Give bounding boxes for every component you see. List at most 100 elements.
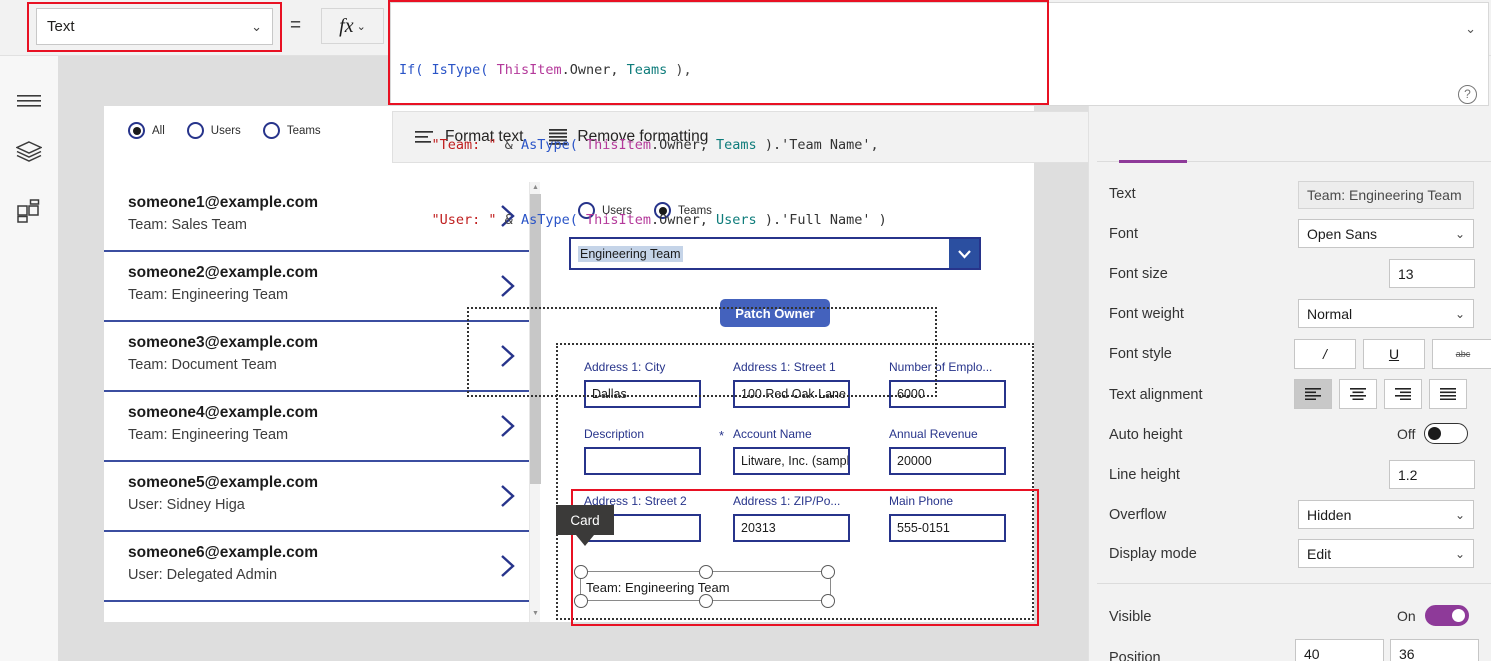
chevron-down-icon[interactable]: ⌄ — [1455, 227, 1465, 241]
prop-label-font-weight: Font weight — [1109, 306, 1184, 322]
auto-height-toggle[interactable] — [1424, 423, 1469, 444]
table-row[interactable]: someone5@example.com User: Sidney Higa — [104, 462, 529, 532]
radio-dot-users — [186, 122, 204, 139]
scroll-down-arrow-icon[interactable]: ▼ — [532, 610, 539, 617]
prop-label-font: Font — [1109, 226, 1139, 242]
prop-position-y-input[interactable]: 36 — [1390, 639, 1479, 661]
field-input[interactable]: 20313 — [733, 514, 850, 542]
field-account-name[interactable]: Account Name Litware, Inc. (sample — [733, 427, 850, 475]
formula-line-2: "Team: " & AsType( ThisItem.Owner, Teams… — [399, 133, 887, 158]
prop-value-text: Team: Engineering Team — [1298, 181, 1474, 209]
prop-label-text: Text — [1109, 186, 1136, 202]
prop-display-mode-dropdown[interactable]: Edit ⌄ — [1298, 539, 1474, 568]
gallery-row-email: someone1@example.com — [128, 194, 318, 211]
tree-view-layers-icon[interactable] — [0, 124, 58, 178]
field-input[interactable]: Litware, Inc. (sample — [733, 447, 850, 475]
align-left-button[interactable] — [1294, 379, 1332, 409]
prop-font-weight-dropdown[interactable]: Normal ⌄ — [1298, 299, 1474, 328]
strikethrough-button[interactable]: abc — [1432, 339, 1491, 369]
chevron-down-icon[interactable] — [949, 239, 979, 268]
resize-handle-bottom-right[interactable] — [821, 594, 835, 608]
help-question-icon[interactable]: ? — [1458, 85, 1477, 104]
gallery-filter-radio-teams[interactable]: Teams — [262, 122, 321, 139]
gallery-row-email: someone4@example.com — [128, 404, 318, 421]
formula-line-1-spans: If( IsType( ThisItem.Owner, Teams ), — [399, 62, 692, 78]
gallery-filter-radio-all[interactable]: All — [128, 122, 165, 139]
prop-font-size-value: 13 — [1398, 265, 1414, 282]
gallery-row-owner: Team: Sales Team — [128, 217, 248, 233]
field-main-phone[interactable]: Main Phone 555-0151 — [889, 494, 1006, 542]
powerapps-studio: All Users Teams someone1@example.com Tea… — [0, 0, 1491, 661]
radio-dot-all — [128, 122, 145, 139]
field-input[interactable]: 555-0151 — [889, 514, 1006, 542]
align-justify-button[interactable] — [1429, 379, 1467, 409]
visible-toggle[interactable] — [1424, 605, 1469, 626]
prop-label-font-size: Font size — [1109, 266, 1168, 282]
visible-state-label: On — [1397, 607, 1416, 624]
prop-overflow-dropdown[interactable]: Hidden ⌄ — [1298, 500, 1474, 529]
prop-line-height-input[interactable]: 1.2 — [1389, 460, 1475, 489]
chevron-down-icon[interactable]: ⌄ — [1465, 21, 1476, 37]
text-alignment-button-group[interactable] — [1294, 379, 1467, 409]
panel-tab-active-indicator[interactable] — [1119, 160, 1187, 163]
gallery-filter-radio-users[interactable]: Users — [186, 122, 241, 139]
formula-command-bar: Text ⌄ = fx ⌄ If( IsType( ThisItem.Owner… — [0, 0, 1491, 228]
chevron-right-icon[interactable] — [497, 552, 519, 580]
align-center-button[interactable] — [1339, 379, 1377, 409]
table-row[interactable]: someone6@example.com User: Delegated Adm… — [104, 532, 529, 602]
field-label: Annual Revenue — [889, 427, 978, 441]
chevron-down-icon[interactable]: ⌄ — [1455, 307, 1465, 321]
prop-text-value: Team: Engineering Team — [1307, 187, 1462, 203]
formula-line-3-spans: "User: " & AsType( ThisItem.Owner, Users… — [431, 212, 887, 228]
visible-toggle-wrap[interactable]: On — [1397, 605, 1469, 626]
resize-handle-top-left[interactable] — [574, 565, 588, 579]
field-input[interactable]: 20000 — [889, 447, 1006, 475]
field-description[interactable]: Description — [584, 427, 701, 475]
underline-button[interactable]: U — [1363, 339, 1425, 369]
gallery-filter-radio-group[interactable]: All Users Teams — [128, 122, 343, 139]
gallery-row-owner: Team: Engineering Team — [128, 427, 289, 443]
chevron-down-icon[interactable]: ⌄ — [1455, 508, 1465, 522]
radio-label-all: All — [152, 124, 165, 137]
prop-label-line-height: Line height — [1109, 467, 1180, 483]
auto-height-toggle-wrap[interactable]: Off — [1397, 423, 1469, 444]
resize-handle-bottom-center[interactable] — [699, 594, 713, 608]
fx-button[interactable]: fx ⌄ — [321, 8, 384, 44]
table-row[interactable]: someone4@example.com Team: Engineering T… — [104, 392, 529, 462]
prop-position-y-value: 36 — [1399, 645, 1415, 661]
prop-label-text-alignment: Text alignment — [1109, 387, 1203, 403]
align-right-button[interactable] — [1384, 379, 1422, 409]
prop-position-x-value: 40 — [1304, 645, 1320, 661]
formula-input[interactable]: If( IsType( ThisItem.Owner, Teams ), "Te… — [390, 2, 1489, 228]
resize-handle-top-right[interactable] — [821, 565, 835, 579]
selected-card-outline[interactable] — [467, 307, 937, 397]
chevron-down-icon[interactable]: ⌄ — [357, 20, 366, 33]
chevron-right-icon[interactable] — [497, 482, 519, 510]
field-annual-revenue[interactable]: Annual Revenue 20000 — [889, 427, 1006, 475]
gallery-row-email: someone6@example.com — [128, 544, 318, 561]
font-style-button-group[interactable]: / U abc — [1294, 339, 1491, 369]
prop-label-auto-height: Auto height — [1109, 427, 1183, 443]
field-address1-zip[interactable]: Address 1: ZIP/Po... 20313 — [733, 494, 850, 542]
auto-height-state-label: Off — [1397, 425, 1416, 442]
strikethrough-glyph: abc — [1455, 349, 1471, 359]
gallery-row-owner: User: Sidney Higa — [128, 497, 245, 513]
chevron-right-icon[interactable] — [497, 412, 519, 440]
prop-label-overflow: Overflow — [1109, 507, 1167, 523]
fx-label: fx — [339, 14, 354, 37]
property-selector[interactable]: Text ⌄ — [36, 8, 273, 45]
resize-handle-top-center[interactable] — [699, 565, 713, 579]
gallery-row-owner: Team: Document Team — [128, 357, 277, 373]
chevron-down-icon[interactable]: ⌄ — [1455, 547, 1465, 561]
field-input[interactable] — [584, 447, 701, 475]
chevron-down-icon[interactable]: ⌄ — [251, 20, 262, 33]
italic-button[interactable]: / — [1294, 339, 1356, 369]
prop-position-x-input[interactable]: 40 — [1295, 639, 1384, 661]
hamburger-menu-icon[interactable] — [0, 74, 58, 128]
underline-glyph: U — [1388, 346, 1400, 362]
insert-components-icon[interactable] — [0, 184, 58, 238]
table-row[interactable]: someone3@example.com Team: Document Team — [104, 322, 529, 392]
prop-font-size-input[interactable]: 13 — [1389, 259, 1475, 288]
prop-font-dropdown[interactable]: Open Sans ⌄ — [1298, 219, 1474, 248]
resize-handle-bottom-left[interactable] — [574, 594, 588, 608]
